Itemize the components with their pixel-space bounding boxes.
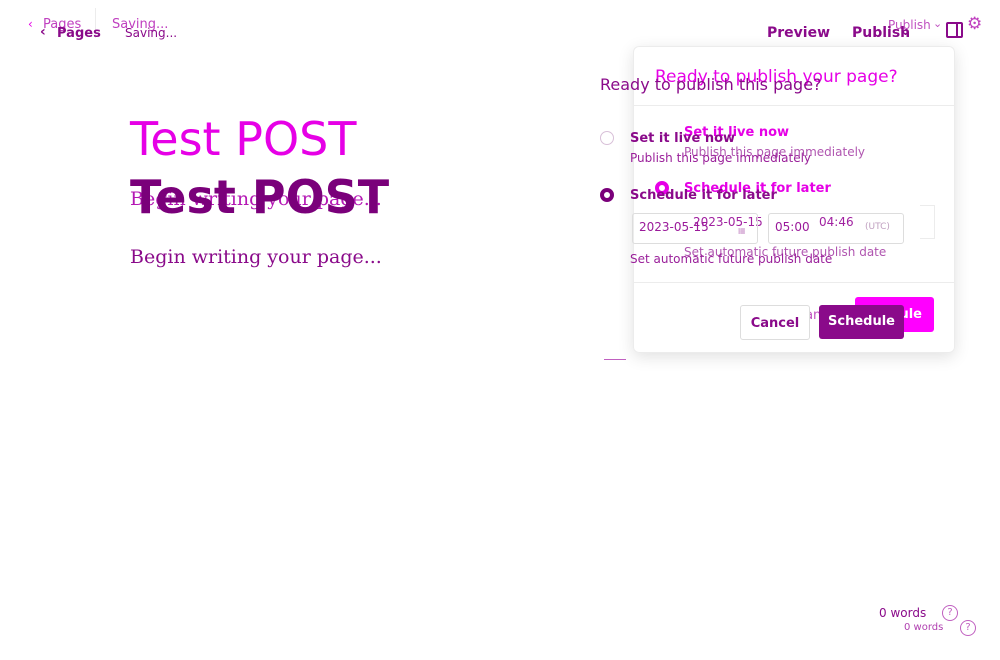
separator-line	[604, 359, 626, 360]
option-later-title[interactable]: Schedule it for later	[630, 188, 777, 203]
chevron-left-icon[interactable]: ‹	[40, 24, 46, 40]
sidebar-toggle-icon[interactable]	[946, 22, 963, 38]
post-title[interactable]: Test POST	[130, 170, 389, 224]
option-now-title[interactable]: Set it live now	[630, 131, 735, 146]
publish-heading: Ready to publish this page?	[600, 75, 822, 94]
chevron-down-icon[interactable]: ⌄	[900, 24, 911, 39]
cancel-label: Cancel	[750, 316, 800, 331]
help-icon[interactable]: ?	[942, 605, 958, 621]
preview-button[interactable]: Preview	[767, 25, 830, 41]
radio-schedule-later[interactable]	[600, 188, 614, 202]
option-now-sub: Publish this page immediately	[630, 151, 812, 165]
main-layer: ‹ Pages Saving... Preview Publish ⌄ Test…	[0, 0, 1000, 660]
word-count: 0 words	[879, 606, 927, 620]
radio-live-now[interactable]	[600, 131, 614, 145]
schedule-label: Schedule	[828, 314, 895, 329]
date-value: 2023-05-15	[639, 220, 709, 234]
cancel-button[interactable]: Cancel	[740, 305, 810, 340]
editor-placeholder[interactable]: Begin writing your page...	[130, 246, 382, 268]
time-value: 05:00	[775, 220, 810, 234]
date-field[interactable]: 2023-05-15	[632, 213, 758, 244]
back-to-pages-link[interactable]: Pages	[57, 26, 101, 41]
option-later-sub: Set automatic future publish date	[630, 252, 833, 266]
save-status: Saving...	[125, 26, 178, 40]
time-field[interactable]: 05:00	[768, 213, 904, 244]
schedule-button[interactable]: Schedule	[819, 305, 904, 339]
